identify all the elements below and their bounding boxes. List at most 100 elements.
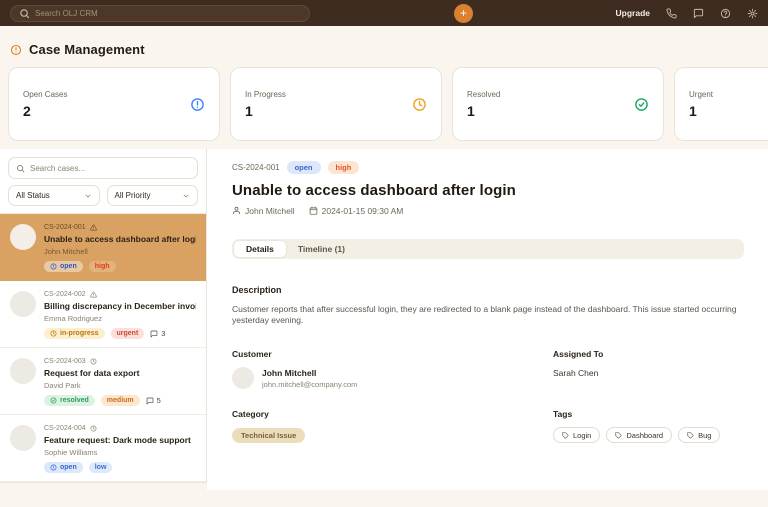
stat-card-open-cases: Open Cases 2: [8, 67, 220, 141]
tags-section: Tags Login Dashboard Bug: [553, 409, 744, 444]
case-id: CS-2024-002: [44, 291, 86, 298]
case-search-input[interactable]: [30, 163, 190, 173]
case-id: CS-2024-001: [44, 224, 86, 231]
calendar-icon: [309, 206, 317, 215]
stat-value: 1: [689, 102, 697, 119]
comment-count: 3: [150, 329, 165, 338]
case-title: Billing discrepancy in December invoice: [44, 301, 196, 311]
check-circle-icon: [50, 397, 57, 404]
phone-icon[interactable]: [666, 7, 677, 19]
tag-chip[interactable]: Bug: [678, 427, 721, 444]
case-list-item[interactable]: CS-2024-002 Billing discrepancy in Decem…: [0, 281, 206, 348]
description-text: Customer reports that after successful l…: [232, 303, 737, 326]
stat-label: Urgent: [689, 89, 714, 99]
avatar: [10, 291, 36, 317]
help-icon[interactable]: [720, 8, 731, 19]
case-datetime: 2024-01-15 09:30 AM: [309, 206, 403, 216]
alert-circle-icon: [10, 44, 22, 55]
case-customer: Sophie Williams: [44, 448, 98, 457]
global-search[interactable]: [10, 4, 310, 22]
stat-value: 1: [245, 102, 253, 119]
tag-icon: [687, 432, 694, 439]
customer-label: Customer: [232, 349, 272, 360]
status-filter-value: All Status: [16, 191, 50, 200]
tag-icon: [562, 432, 569, 439]
chat-icon[interactable]: [693, 8, 704, 19]
category-badge: Technical Issue: [232, 428, 306, 444]
status-filter-select[interactable]: All Status: [8, 185, 100, 206]
tag-chip[interactable]: Dashboard: [606, 427, 673, 444]
assigned-label: Assigned To: [553, 349, 604, 360]
alert-triangle-icon: [89, 224, 97, 231]
stat-label: Open Cases: [23, 89, 68, 99]
case-title: Feature request: Dark mode support: [44, 435, 191, 445]
stat-label: In Progress: [245, 89, 286, 99]
global-search-input[interactable]: [35, 8, 301, 18]
detail-priority-badge: high: [327, 161, 360, 174]
case-title: Unable to access dashboard after login: [44, 234, 196, 244]
alert-circle-icon: [50, 263, 57, 270]
comment-icon: [146, 397, 153, 404]
customer-section: Customer John Mitchell john.mitchell@com…: [232, 349, 553, 390]
reporter: John Mitchell: [232, 206, 295, 216]
detail-status-badge: open: [286, 161, 321, 174]
stat-card-resolved: Resolved 1: [452, 67, 664, 141]
case-search[interactable]: [8, 157, 198, 179]
case-customer: Emma Rodriguez: [44, 314, 102, 323]
topbar-actions: Upgrade: [616, 7, 758, 19]
detail-case-id: CS-2024-001: [232, 162, 280, 172]
comment-count: 5: [146, 396, 161, 405]
alert-circle-icon: [191, 97, 204, 111]
upgrade-button[interactable]: Upgrade: [616, 8, 650, 18]
case-list-item[interactable]: CS-2024-004 Feature request: Dark mode s…: [0, 415, 206, 482]
assigned-section: Assigned To Sarah Chen: [553, 349, 744, 389]
stat-label: Resolved: [467, 89, 501, 99]
case-title: Request for data export: [44, 368, 140, 378]
case-detail-panel: CS-2024-001 open high Unable to access d…: [207, 149, 768, 490]
priority-badge: high: [88, 261, 116, 272]
tag-icon: [615, 432, 622, 439]
status-badge: in-progress: [44, 328, 105, 339]
tab-timeline[interactable]: Timeline (1): [286, 241, 357, 257]
status-badge: resolved: [44, 395, 95, 406]
detail-tabs: Details Timeline (1): [232, 238, 744, 259]
priority-badge: low: [88, 462, 113, 473]
search-icon: [20, 8, 30, 18]
add-button[interactable]: +: [454, 3, 473, 23]
case-id: CS-2024-004: [44, 425, 86, 432]
sidebar-filters: All Status All Priority: [0, 149, 206, 213]
assigned-to: Sarah Chen: [553, 368, 599, 379]
avatar: [10, 425, 36, 451]
page-header: Case Management: [0, 26, 768, 67]
stat-card-in-progress: In Progress 1: [230, 67, 442, 141]
priority-filter-select[interactable]: All Priority: [106, 185, 198, 206]
priority-badge: urgent: [110, 328, 145, 339]
status-badge: open: [44, 261, 83, 272]
stat-value: 2: [23, 102, 31, 119]
avatar: [10, 224, 36, 250]
case-list-item[interactable]: CS-2024-003 Request for data export Davi…: [0, 348, 206, 415]
page-title: Case Management: [29, 42, 145, 57]
avatar: [10, 358, 36, 384]
stat-card-urgent: Urgent 1: [674, 67, 768, 141]
case-list-sidebar: All Status All Priority CS-2024-001 Unab…: [0, 149, 207, 483]
description-label: Description: [232, 284, 282, 295]
case-list-item[interactable]: CS-2024-001 Unable to access dashboard a…: [0, 214, 206, 281]
priority-badge: medium: [100, 395, 140, 406]
alert-triangle-icon: [89, 291, 97, 298]
tags-label: Tags: [553, 409, 573, 420]
topbar: + Upgrade: [0, 0, 768, 26]
clock-icon: [413, 97, 426, 111]
stat-value: 1: [467, 102, 475, 119]
avatar: [232, 367, 254, 390]
status-badge: open: [44, 462, 83, 473]
clock-icon: [50, 330, 57, 337]
chevron-down-icon: [183, 194, 189, 197]
case-id: CS-2024-003: [44, 358, 86, 365]
tag-chip[interactable]: Login: [553, 427, 601, 444]
settings-icon[interactable]: [747, 8, 758, 19]
customer-email: john.mitchell@company.com: [262, 379, 358, 389]
search-icon: [17, 164, 25, 172]
tab-details[interactable]: Details: [234, 240, 286, 257]
customer-name: John Mitchell: [262, 367, 317, 378]
